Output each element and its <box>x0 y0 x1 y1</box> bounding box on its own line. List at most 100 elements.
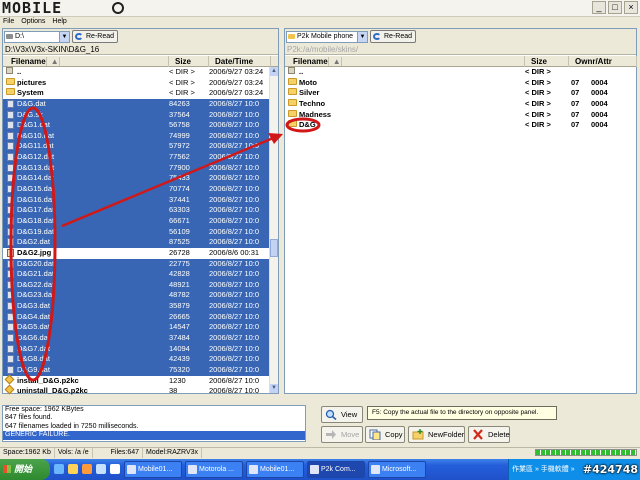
table-row[interactable]: D&G4.dat 26665 2006/8/27 10:0 <box>3 311 278 323</box>
delete-button[interactable]: Delete <box>468 426 510 443</box>
table-row[interactable]: Moto < DIR > 07 0004 <box>285 77 636 89</box>
table-row[interactable]: D&G.sk 37564 2006/8/27 10:0 <box>3 109 278 121</box>
taskbar-task-button[interactable]: Microsoft... <box>368 461 426 478</box>
minimize-button[interactable]: _ <box>592 1 606 14</box>
move-button[interactable]: Move <box>321 426 363 443</box>
file-name: D&G.sk <box>17 109 43 119</box>
table-row[interactable]: D&G16.dat 37441 2006/8/27 10:0 <box>3 194 278 206</box>
col-owner-attr[interactable]: Ownr/Attr <box>569 56 637 67</box>
quicklaunch-desktop-icon[interactable] <box>96 464 106 474</box>
scroll-down-arrow-icon[interactable]: ▼ <box>270 384 278 393</box>
table-row[interactable]: D&G7.dat 14094 2006/8/27 10:0 <box>3 343 278 355</box>
table-row[interactable]: Madness < DIR > 07 0004 <box>285 109 636 121</box>
table-row[interactable]: D&G21.dat 42828 2006/8/27 10:0 <box>3 269 278 280</box>
copy-button[interactable]: Copy <box>365 426 405 443</box>
table-row[interactable]: D&G1.dat 56758 2006/8/27 10:0 <box>3 120 278 131</box>
col-filename-label: Filename <box>293 57 329 66</box>
taskbar-task-button[interactable]: P2k Com... <box>307 461 365 478</box>
file-date: 2006/8/27 10:0 <box>209 333 260 343</box>
file-date: 2006/8/27 10:0 <box>209 354 260 364</box>
right-reread-button[interactable]: Re-Read <box>370 30 417 43</box>
close-button[interactable]: × <box>624 1 638 14</box>
view-button[interactable]: View <box>321 406 363 423</box>
table-row[interactable]: D&G22.dat 48921 2006/8/27 10:0 <box>3 279 278 291</box>
folder-icon <box>288 98 297 106</box>
table-row[interactable]: install_D&G.p2kc 1230 2006/8/27 10:0 <box>3 374 278 387</box>
quicklaunch-misc-icon[interactable] <box>110 464 120 474</box>
table-row[interactable]: D&G17.dat 63303 2006/8/27 10:0 <box>3 205 278 216</box>
left-drive-select[interactable]: D:\ ▼ <box>4 30 70 43</box>
left-scrollbar[interactable]: ▲ ▼ <box>269 67 278 393</box>
right-drive-label: P2k Mobile phone <box>297 32 354 40</box>
taskbar-task-button[interactable]: Mobile01... <box>246 461 304 478</box>
table-row[interactable]: D&G20.dat 22775 2006/8/27 10:0 <box>3 258 278 270</box>
taskbar-task-button[interactable]: Mobile01... <box>124 461 182 478</box>
left-reread-button[interactable]: Re-Read <box>72 30 119 43</box>
table-row[interactable]: D&G8.dat 42439 2006/8/27 10:0 <box>3 354 278 365</box>
table-row[interactable]: D&G3.dat 35879 2006/8/27 10:0 <box>3 301 278 312</box>
menu-file[interactable]: File <box>3 17 14 27</box>
table-row[interactable]: D&G19.dat 56109 2006/8/27 10:0 <box>3 226 278 238</box>
start-label: 開始 <box>14 464 33 474</box>
table-row[interactable]: pictures < DIR > 2006/9/27 03:24 <box>3 77 278 89</box>
table-row[interactable]: D&G18.dat 66671 2006/8/27 10:0 <box>3 215 278 227</box>
table-row[interactable]: D&G5.dat 14547 2006/8/27 10:0 <box>3 322 278 334</box>
file-size: 66671 <box>169 215 190 225</box>
table-row[interactable]: D&G6.dat 37484 2006/8/27 10:0 <box>3 333 278 344</box>
menu-options[interactable]: Options <box>21 17 45 27</box>
task-label: Mobile01... <box>138 466 173 473</box>
table-row[interactable]: D&G12.dat 77562 2006/8/27 10:0 <box>3 152 278 163</box>
file-icon <box>7 270 14 279</box>
table-row[interactable]: .. < DIR > 2006/9/27 03:24 <box>3 67 278 78</box>
quicklaunch-folder-icon[interactable] <box>68 464 78 474</box>
col-filename[interactable]: Filename ▲ <box>285 56 525 67</box>
table-row[interactable]: D&G.dat 84263 2006/8/27 10:0 <box>3 98 278 110</box>
col-filename[interactable]: Filename ▲ <box>3 56 169 67</box>
file-size: 22775 <box>169 258 190 268</box>
chevron-down-icon[interactable]: ▼ <box>59 31 69 42</box>
mobile01-logo-mark <box>112 2 124 14</box>
table-row[interactable]: D&G2.dat 87525 2006/8/27 10:0 <box>3 237 278 248</box>
chevron-down-icon[interactable]: ▼ <box>357 31 367 42</box>
table-row[interactable]: Techno < DIR > 07 0004 <box>285 98 636 110</box>
right-drive-select[interactable]: P2k Mobile phone ▼ <box>286 30 368 43</box>
file-name: D&G4.dat <box>17 311 50 321</box>
maximize-button[interactable]: □ <box>608 1 622 14</box>
col-size[interactable]: Size <box>169 56 209 67</box>
quicklaunch-firefox-icon[interactable] <box>82 464 92 474</box>
start-button[interactable]: 開始 <box>0 459 50 480</box>
status-vols: Vols: /a /e <box>55 448 93 458</box>
taskbar-task-button[interactable]: Motorola ... <box>185 461 243 478</box>
table-row[interactable]: Silver < DIR > 07 0004 <box>285 88 636 99</box>
scroll-up-arrow-icon[interactable]: ▲ <box>270 67 278 76</box>
view-label: View <box>341 410 358 419</box>
table-row[interactable]: D&G23.dat 48782 2006/8/27 10:0 <box>3 290 278 302</box>
magnifier-icon <box>325 409 337 420</box>
table-row[interactable]: System < DIR > 2006/9/27 03:24 <box>3 88 278 99</box>
quicklaunch-ie-icon[interactable] <box>54 464 64 474</box>
task-label: Motorola ... <box>199 466 235 473</box>
table-row[interactable]: uninstall_D&G.p2kc 38 2006/8/27 10:0 <box>3 384 278 397</box>
table-row[interactable]: D&G14.dat 75433 2006/8/27 10:0 <box>3 173 278 185</box>
table-row[interactable]: D&G < DIR > 07 0004 <box>285 120 636 131</box>
delete-label: Delete <box>488 430 510 439</box>
file-name: D&G22.dat <box>17 279 55 289</box>
file-date: 2006/8/27 10:0 <box>209 258 260 268</box>
table-row[interactable]: D&G15.dat 70774 2006/8/27 10:0 <box>3 184 278 195</box>
table-row[interactable]: D&G9.dat 75320 2006/8/27 10:0 <box>3 364 278 376</box>
title-bar[interactable]: MOBILE _ □ × <box>0 0 640 17</box>
scroll-thumb[interactable] <box>270 239 278 257</box>
right-file-list: .. < DIR > Moto < DIR > 07 0004 Silver < DIR > 0… <box>285 67 636 131</box>
table-row[interactable]: D&G2.jpg 26728 2006/8/6 00:31 <box>3 248 278 259</box>
file-date: 2006/9/27 03:24 <box>209 88 264 98</box>
col-size[interactable]: Size <box>525 56 569 67</box>
table-row[interactable]: .. < DIR > <box>285 67 636 78</box>
table-row[interactable]: D&G10.dat 74999 2006/8/27 10:0 <box>3 130 278 142</box>
table-row[interactable]: D&G13.dat 77900 2006/8/27 10:0 <box>3 162 278 174</box>
menu-help[interactable]: Help <box>52 17 66 27</box>
log-error-line: GENERIC FAILURE. <box>3 431 305 440</box>
table-row[interactable]: D&G11.dat 57972 2006/8/27 10:0 <box>3 141 278 153</box>
sort-asc-icon: ▲ <box>332 57 342 66</box>
col-date[interactable]: Date/Time <box>209 56 271 67</box>
new-folder-button[interactable]: NewFolder <box>408 426 465 443</box>
